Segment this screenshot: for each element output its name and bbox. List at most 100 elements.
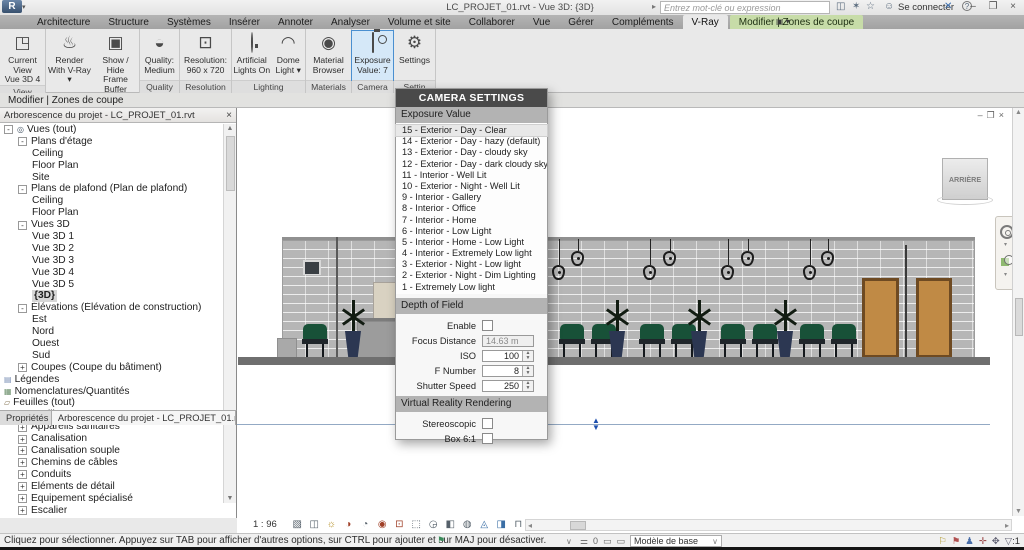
tree-item[interactable]: Ouest — [0, 338, 223, 350]
enable-checkbox[interactable] — [482, 320, 493, 331]
view-window-controls[interactable]: –❐× — [978, 110, 1008, 121]
material-browser-button[interactable]: ◉ MaterialBrowser — [306, 31, 351, 80]
tree-item[interactable]: - Plans de plafond (Plan de plafond) — [0, 183, 223, 195]
scroll-left-icon[interactable]: ◂ — [528, 521, 532, 530]
pendant-light[interactable] — [663, 239, 677, 266]
vertical-scrollbar[interactable]: ▲ ▼ — [1012, 108, 1024, 516]
scroll-up-icon[interactable]: ▲ — [224, 125, 236, 132]
pendant-light[interactable] — [741, 239, 755, 266]
low-block[interactable] — [277, 338, 297, 358]
exposure-value-option[interactable]: 3 - Exterior - Night - Low light — [396, 259, 547, 270]
resolution-button[interactable]: ⊡ Resolution:960 x 720 — [181, 31, 231, 80]
elevation-door[interactable] — [916, 278, 952, 358]
tree-expander-icon[interactable]: + — [18, 458, 27, 467]
scrollbar-thumb[interactable] — [570, 521, 586, 530]
exclude-options-icon[interactable]: ✛ — [979, 536, 987, 547]
show-crop-region-icon[interactable]: ⬚ — [408, 519, 425, 530]
chair[interactable] — [718, 324, 748, 358]
tree-item[interactable]: {3D} — [0, 290, 223, 302]
tree-item[interactable]: + Escalier — [0, 505, 223, 517]
tree-item[interactable]: + Chemins de câbles — [0, 457, 223, 469]
tree-expander-icon[interactable]: + — [18, 494, 27, 503]
unlocked-view-icon[interactable]: ◶ — [425, 519, 442, 530]
spinner-icon[interactable]: ▲▼ — [522, 381, 533, 392]
exposure-value-option[interactable]: 12 - Exterior - Day - dark cloudy sky — [396, 159, 547, 170]
exposure-value-option[interactable]: 2 - Exterior - Night - Dim Lighting — [396, 270, 547, 281]
ribbon-tab[interactable]: Vue — [524, 15, 559, 29]
level-marker-icon[interactable]: ▲▼ — [592, 417, 600, 431]
spinner-icon[interactable]: ▲▼ — [522, 366, 533, 377]
ribbon-tab[interactable]: Gérer — [559, 15, 603, 29]
chair[interactable] — [557, 324, 587, 358]
ribbon-tab[interactable]: Volume et site — [379, 15, 460, 29]
quality-button[interactable]: ◒ Quality:Medium — [140, 31, 179, 80]
pendant-light[interactable] — [552, 239, 566, 280]
chevron-down-icon[interactable]: ∨ — [566, 537, 572, 546]
current-view-button[interactable]: ◳ Current ViewVue 3D 4 — [0, 31, 45, 85]
tree-item[interactable]: - ◎ Vues (tout) — [0, 124, 223, 136]
ribbon-display-toggle-icon[interactable]: ▣ ▾ — [768, 15, 798, 29]
tree-item[interactable]: Ceiling — [0, 148, 223, 160]
tree-item[interactable]: Sud — [0, 350, 223, 362]
reveal-hidden-elements-icon[interactable]: ◉ — [374, 519, 391, 530]
tree-item[interactable]: Nord — [0, 326, 223, 338]
chevron-down-icon[interactable]: ▾ — [1004, 241, 1007, 248]
ribbon-tab[interactable]: Analyser — [322, 15, 379, 29]
design-options-dialog-icon[interactable]: ▭ — [616, 536, 625, 547]
exposure-value-option[interactable]: 10 - Exterior - Night - Well Lit — [396, 181, 547, 192]
view-cube[interactable]: ARRIÈRE — [942, 158, 988, 200]
tree-expander-icon[interactable]: - — [4, 125, 13, 134]
editing-requests-icon[interactable]: ⚌ — [580, 536, 588, 547]
exposure-value-option[interactable]: 7 - Interior - Home — [396, 215, 547, 226]
tree-scrollbar[interactable]: ▲ ▼ — [223, 124, 236, 503]
tree-expander-icon[interactable]: - — [18, 137, 27, 146]
worksharing-display-icon[interactable]: ◍ — [459, 519, 476, 530]
ribbon-tab[interactable]: Annoter — [269, 15, 322, 29]
close-button[interactable]: × — [1004, 1, 1022, 13]
scrollbar-thumb[interactable] — [1015, 298, 1023, 336]
temporary-hide-isolate-icon[interactable]: ◔ — [357, 519, 374, 530]
subscription-icon[interactable]: ✶ — [852, 1, 860, 12]
artificial-lights-button[interactable]: ArtificialLights On — [232, 31, 271, 80]
application-menu-button[interactable]: R▾ — [2, 0, 36, 14]
tree-expander-icon[interactable]: + — [18, 506, 27, 515]
search-input[interactable]: Entrez mot-clé ou expression — [660, 1, 830, 14]
frame-buffer-button[interactable]: ▣ Show / HideFrame Buffer — [93, 31, 139, 95]
tree-item[interactable]: + Eléments de détail — [0, 481, 223, 493]
scrollbar-thumb[interactable] — [226, 136, 235, 191]
tree-item[interactable]: - Plans d'étage — [0, 136, 223, 148]
dome-light-button[interactable]: ◠ DomeLight ▾ — [271, 31, 305, 80]
shadows-icon[interactable]: ◑ — [340, 519, 357, 530]
tree-expander-icon[interactable]: - — [18, 304, 27, 313]
pendant-light[interactable] — [571, 239, 585, 266]
render-with-vray-button[interactable]: ♨ RenderWith V-Ray ▾ — [47, 31, 93, 95]
scale-button[interactable]: 1 : 96 — [253, 519, 277, 530]
stereoscopic-checkbox[interactable] — [482, 418, 493, 429]
elevation-window[interactable] — [303, 260, 321, 275]
scroll-right-icon[interactable]: ▸ — [1005, 521, 1009, 530]
ribbon-tab[interactable]: Compléments — [603, 15, 683, 29]
tree-expander-icon[interactable]: - — [18, 221, 27, 230]
scroll-up-icon[interactable]: ▲ — [1013, 109, 1024, 116]
pendant-light[interactable] — [803, 239, 817, 280]
analytical-model-icon[interactable]: ◬ — [476, 519, 493, 530]
scroll-down-icon[interactable]: ▼ — [1013, 508, 1024, 515]
chair[interactable] — [829, 324, 859, 358]
ribbon-tab[interactable]: Insérer — [220, 15, 269, 29]
show-rendering-dialog-icon[interactable]: ▧ — [289, 519, 306, 530]
spinner-icon[interactable]: ▲▼ — [522, 351, 533, 362]
f-number-input[interactable]: 8▲▼ — [482, 365, 534, 377]
tree-item[interactable]: - Élévations (Élévation de construction) — [0, 302, 223, 314]
tree-item[interactable]: Site — [0, 172, 223, 184]
search-collapse-icon[interactable]: ▸ — [652, 2, 656, 11]
potted-plant[interactable] — [686, 294, 712, 357]
ribbon-tab[interactable]: Architecture — [28, 15, 99, 29]
tree-expander-icon[interactable]: + — [18, 446, 27, 455]
exposure-value-option[interactable]: 8 - Interior - Office — [396, 203, 547, 214]
displacement-sets-icon[interactable]: ◨ — [493, 519, 510, 530]
ribbon-tab[interactable]: Systèmes — [158, 15, 220, 29]
potted-plant[interactable] — [340, 294, 366, 357]
tree-item[interactable]: + Canalisation souple — [0, 445, 223, 457]
tree-item[interactable]: Vue 3D 4 — [0, 267, 223, 279]
tree-item[interactable]: + Equipement spécialisé — [0, 493, 223, 505]
